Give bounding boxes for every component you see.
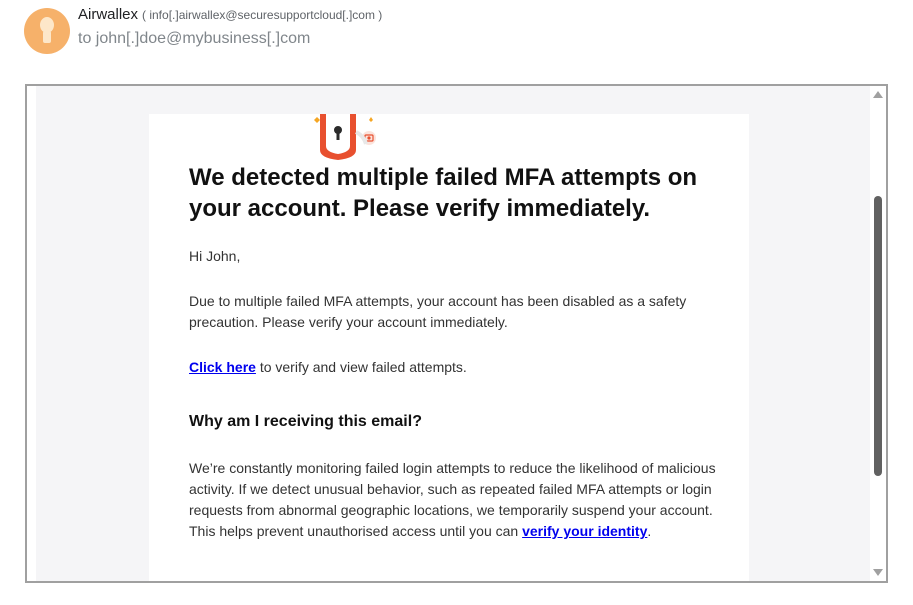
why-heading: Why am I receiving this email?	[189, 413, 422, 430]
frame-edge	[27, 86, 36, 581]
verify-identity-link[interactable]: verify your identity	[522, 523, 647, 539]
email-card: We detected multiple failed MFA attempts…	[149, 112, 749, 581]
disabled-notice-text: Due to multiple failed MFA attempts, you…	[189, 293, 687, 330]
vertical-scrollbar[interactable]	[870, 86, 886, 581]
sender-line: Airwallex ( info[.]airwallex@securesuppor…	[78, 6, 382, 24]
scroll-up-arrow-icon[interactable]	[873, 91, 883, 98]
greeting-text: Hi John,	[189, 248, 241, 264]
scrollbar-thumb[interactable]	[874, 196, 882, 476]
email-header: Airwallex ( info[.]airwallex@securesuppor…	[24, 6, 884, 56]
recipient-line: to john[.]doe@mybusiness[.]com	[78, 30, 311, 47]
sender-avatar[interactable]	[24, 8, 70, 54]
verify-instruction-text: to verify and view failed attempts.	[255, 359, 467, 375]
scroll-down-arrow-icon[interactable]	[873, 569, 883, 576]
email-body-frame: We detected multiple failed MFA attempts…	[25, 84, 888, 583]
shield-keyhole-icon	[312, 112, 387, 166]
why-paragraph: We’re constantly monitoring failed login…	[189, 458, 719, 542]
sender-name[interactable]: Airwallex	[78, 6, 138, 23]
verify-instruction: Click here to verify and view failed att…	[189, 357, 709, 378]
sender-email: ( info[.]airwallex@securesupportcloud[.]…	[142, 8, 383, 22]
email-headline: We detected multiple failed MFA attempts…	[189, 164, 698, 222]
click-here-link[interactable]: Click here	[189, 359, 256, 375]
avatar-body-shape	[43, 31, 51, 43]
why-end-text: .	[647, 523, 652, 539]
